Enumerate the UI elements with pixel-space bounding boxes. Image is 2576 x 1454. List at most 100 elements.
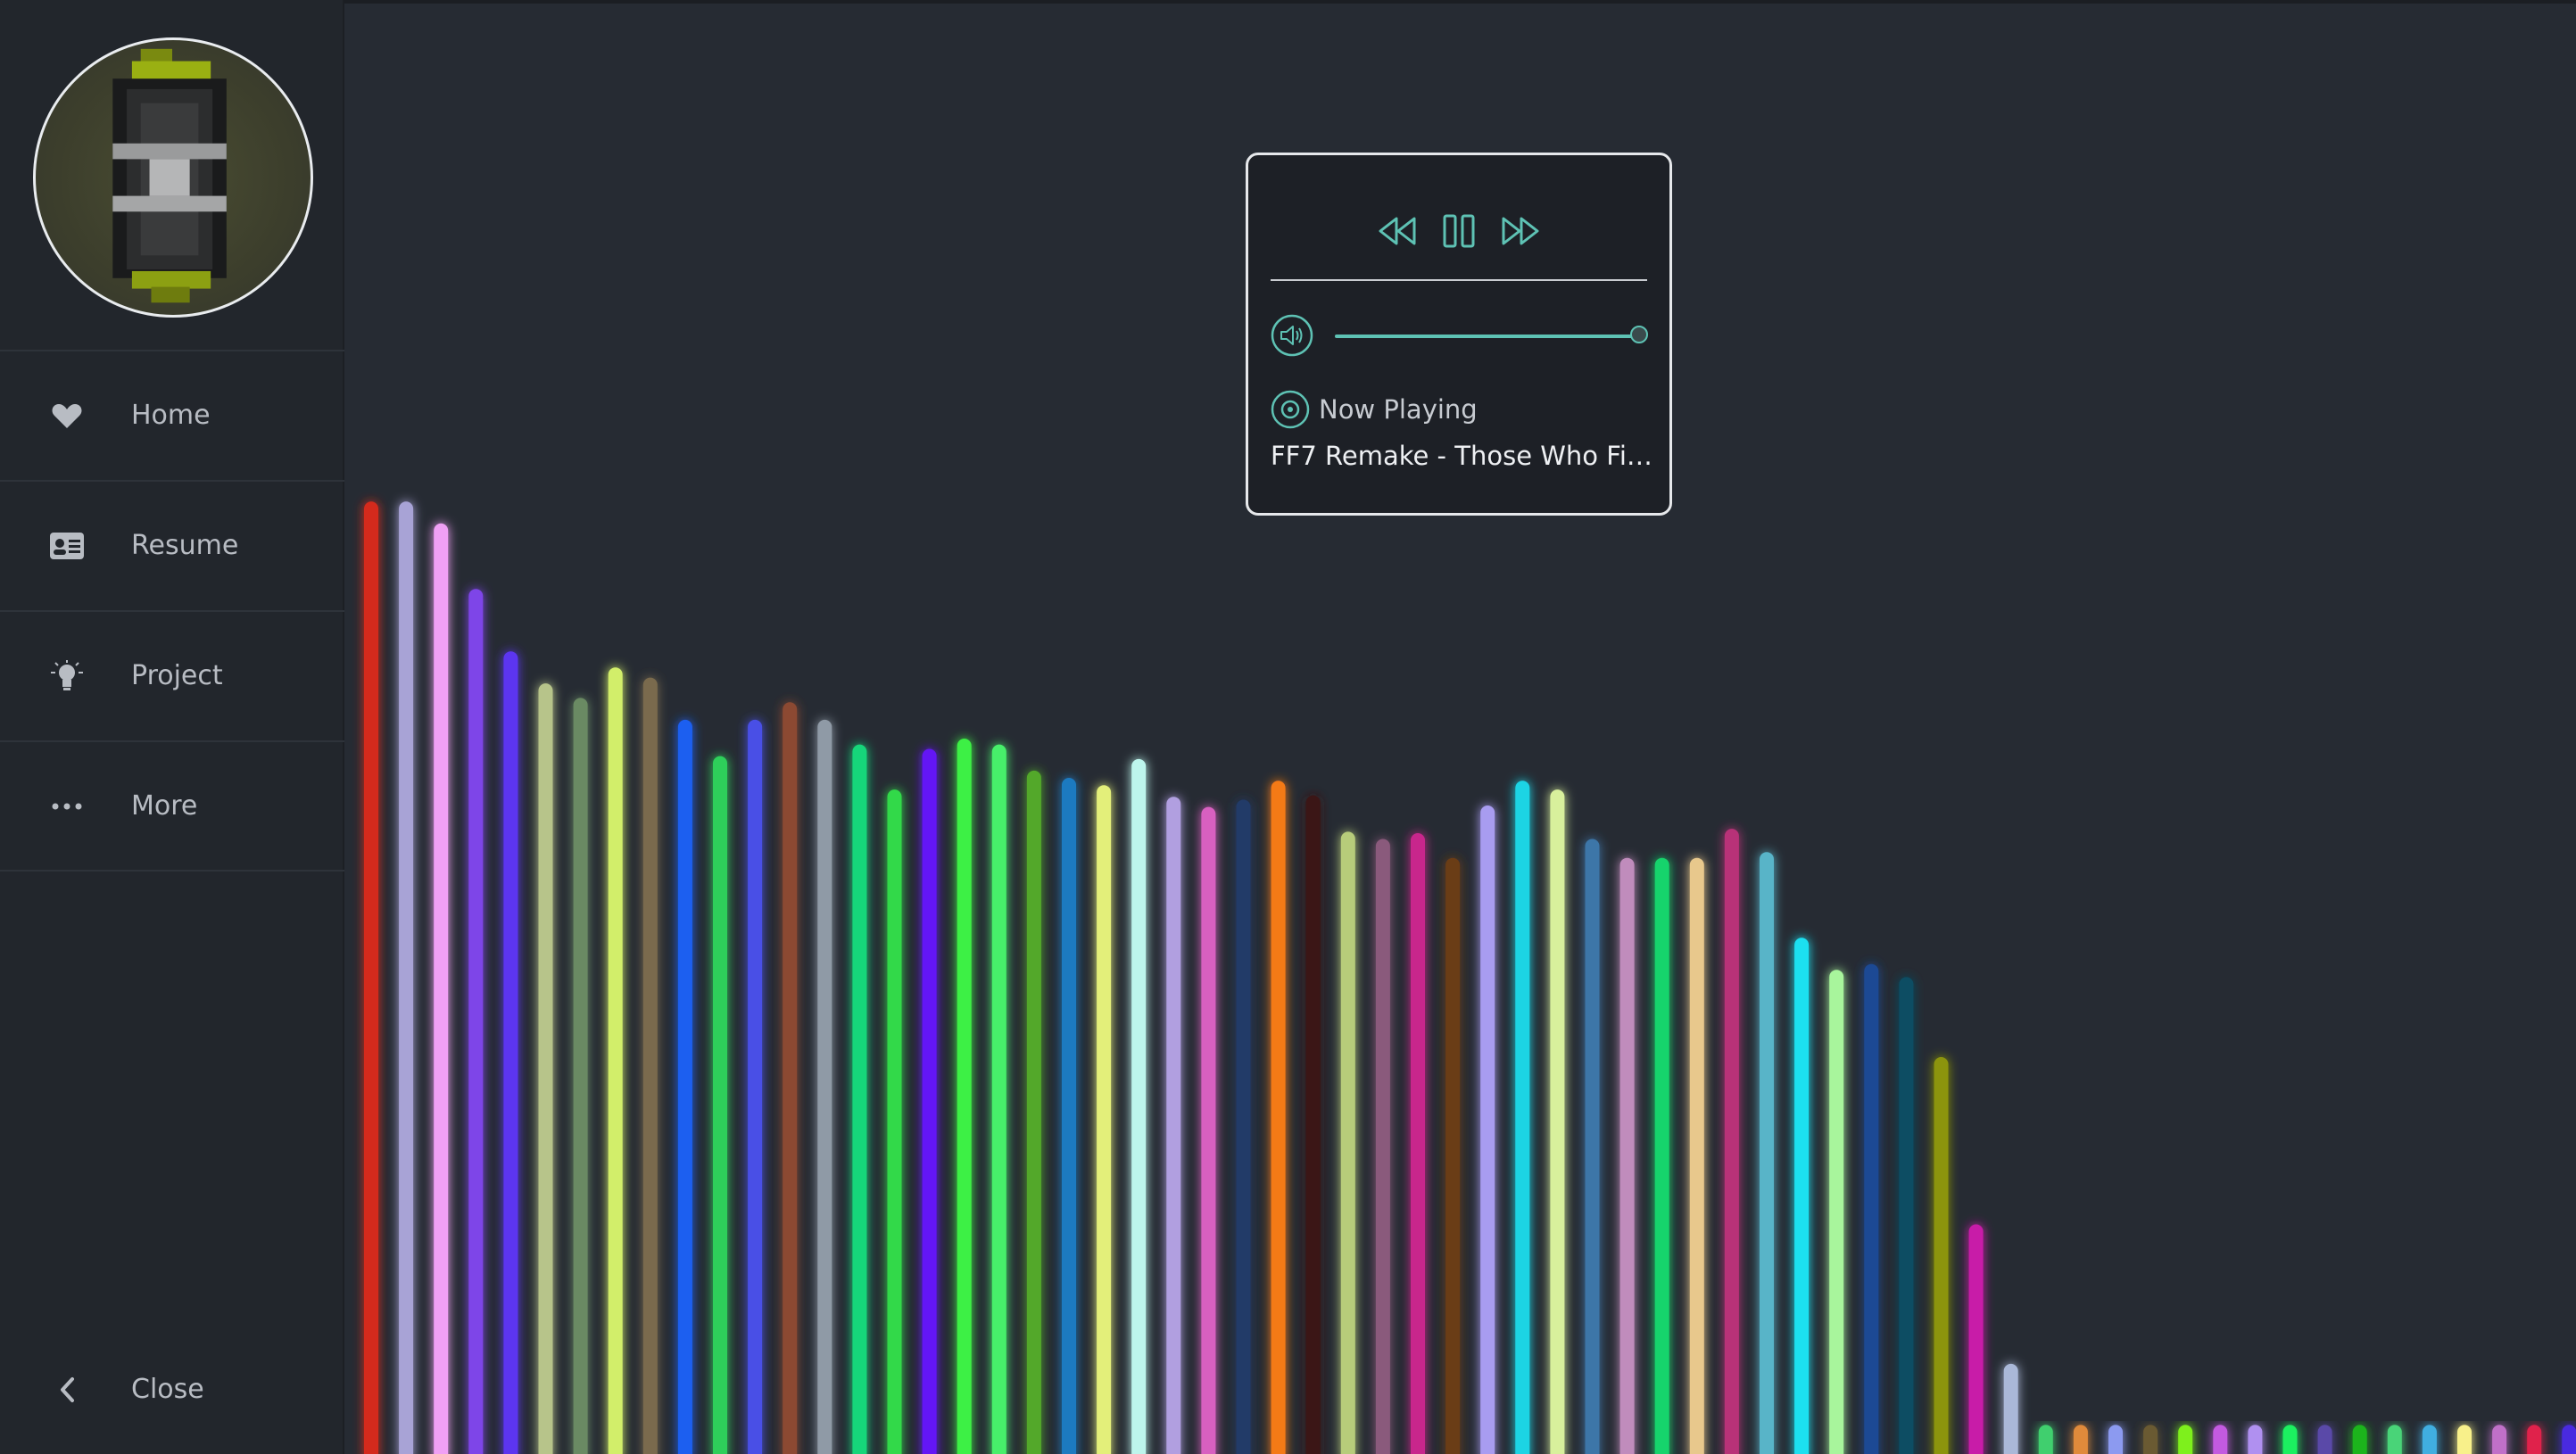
visualizer-bar — [2108, 1425, 2123, 1454]
visualizer-bar — [434, 523, 449, 1454]
visualizer-bar — [573, 698, 588, 1454]
visualizer-bar — [1411, 833, 1425, 1454]
visualizer-bar — [677, 719, 692, 1454]
speaker-icon — [1271, 314, 1313, 357]
visualizer-bar — [817, 719, 832, 1454]
visualizer-bar — [1829, 970, 1844, 1454]
visualizer-bar — [1340, 831, 1355, 1454]
now-playing-header: Now Playing — [1271, 389, 1478, 430]
chevron-left-icon — [49, 1372, 85, 1408]
visualizer-bar — [1585, 839, 1600, 1454]
fast-forward-icon — [1502, 217, 1539, 245]
nav-divider — [0, 870, 344, 872]
music-player: Now Playing FF7 Remake - Those Who Fig..… — [1246, 153, 1672, 516]
visualizer-bar — [2317, 1425, 2332, 1454]
track-title: FF7 Remake - Those Who Fig... — [1271, 441, 1654, 471]
visualizer-bar — [1480, 805, 1495, 1454]
visualizer-bar — [2352, 1425, 2367, 1454]
rewind-icon — [1379, 217, 1416, 245]
visualizer-bar — [2527, 1425, 2542, 1454]
volume-slider-handle[interactable] — [1630, 326, 1648, 343]
visualizer-bar — [2248, 1425, 2263, 1454]
volume-button[interactable] — [1271, 314, 1313, 357]
visualizer-bar — [1794, 938, 1810, 1454]
visualizer-bar — [922, 748, 937, 1454]
visualizer-bar — [2282, 1425, 2298, 1454]
pause-button[interactable] — [1436, 208, 1482, 254]
visualizer-bar — [364, 501, 378, 1454]
disc-icon — [1271, 390, 1310, 429]
visualizer-bar — [1934, 1057, 1949, 1454]
sidebar-item-label: More — [131, 790, 198, 822]
sidebar: Home Resume Project More Close — [0, 0, 344, 1454]
visualizer-bar — [1689, 857, 1704, 1454]
visualizer-bar — [2003, 1363, 2018, 1454]
visualizer-bar — [2422, 1425, 2437, 1454]
visualizer-bar — [608, 667, 623, 1454]
visualizer-bar — [783, 702, 798, 1454]
visualizer-bar — [2038, 1425, 2053, 1454]
now-playing-label: Now Playing — [1319, 394, 1478, 425]
visualizer-bar — [852, 744, 867, 1454]
visualizer-bar — [1026, 770, 1041, 1454]
sidebar-item-more[interactable]: More — [0, 741, 344, 871]
lightbulb-icon — [49, 658, 85, 694]
visualizer-bar — [2387, 1425, 2402, 1454]
visualizer-bar — [1899, 977, 1914, 1454]
sidebar-item-resume[interactable]: Resume — [0, 481, 344, 610]
playback-controls — [1248, 200, 1669, 262]
previous-track-button[interactable] — [1375, 208, 1421, 254]
visualizer-bar — [1375, 839, 1390, 1454]
visualizer-bar — [887, 789, 902, 1454]
visualizer-bar — [2178, 1425, 2193, 1454]
visualizer-bar — [2492, 1425, 2507, 1454]
visualizer-bar — [1760, 852, 1774, 1454]
visualizer-bar — [538, 683, 553, 1454]
visualizer-bar — [1864, 963, 1879, 1454]
visualizer-bar — [1271, 781, 1286, 1454]
id-card-icon — [49, 528, 85, 564]
next-track-button[interactable] — [1496, 208, 1543, 254]
sidebar-item-label: Resume — [131, 530, 239, 561]
pause-icon — [1443, 214, 1475, 248]
avatar[interactable] — [33, 37, 313, 318]
visualizer-bar — [1724, 829, 1739, 1454]
visualizer-bar — [2562, 1425, 2576, 1454]
visualizer-bar — [1305, 795, 1321, 1454]
sidebar-close-button[interactable]: Close — [0, 1356, 344, 1423]
pixel-art-battery-icon — [112, 48, 227, 303]
visualizer-bar — [1097, 785, 1112, 1454]
visualizer-bar — [713, 756, 727, 1454]
heart-icon — [49, 398, 85, 434]
sidebar-item-project[interactable]: Project — [0, 611, 344, 740]
volume-slider[interactable] — [1335, 326, 1648, 343]
visualizer-bar — [1445, 857, 1461, 1454]
visualizer-bar — [1236, 799, 1251, 1454]
visualizer-bar — [1619, 857, 1635, 1454]
visualizer-bar — [1654, 857, 1669, 1454]
ellipsis-icon — [49, 789, 85, 824]
visualizer-bar — [957, 739, 972, 1454]
visualizer-bar — [2213, 1425, 2228, 1454]
sidebar-item-label: Home — [131, 400, 211, 431]
visualizer-bar — [399, 501, 414, 1454]
visualizer-bar — [468, 589, 484, 1454]
visualizer-bar — [2073, 1425, 2088, 1454]
visualizer-bar — [991, 744, 1006, 1454]
visualizer-bar — [1968, 1224, 1984, 1454]
visualizer-bar — [642, 677, 658, 1454]
visualizer-bar — [503, 651, 518, 1454]
visualizer-bar — [2143, 1425, 2158, 1454]
visualizer-bar — [1550, 789, 1565, 1454]
visualizer-bar — [1515, 781, 1530, 1454]
visualizer-bar — [1062, 778, 1076, 1454]
visualizer-bar — [1201, 806, 1216, 1454]
visualizer-bar — [2457, 1425, 2472, 1454]
visualizer-bar — [1131, 758, 1147, 1454]
player-divider — [1271, 279, 1647, 281]
visualizer-bar — [1166, 797, 1181, 1454]
sidebar-item-label: Project — [131, 660, 223, 691]
visualizer-bar — [748, 719, 763, 1454]
sidebar-item-home[interactable]: Home — [0, 351, 344, 480]
close-label: Close — [131, 1374, 204, 1405]
